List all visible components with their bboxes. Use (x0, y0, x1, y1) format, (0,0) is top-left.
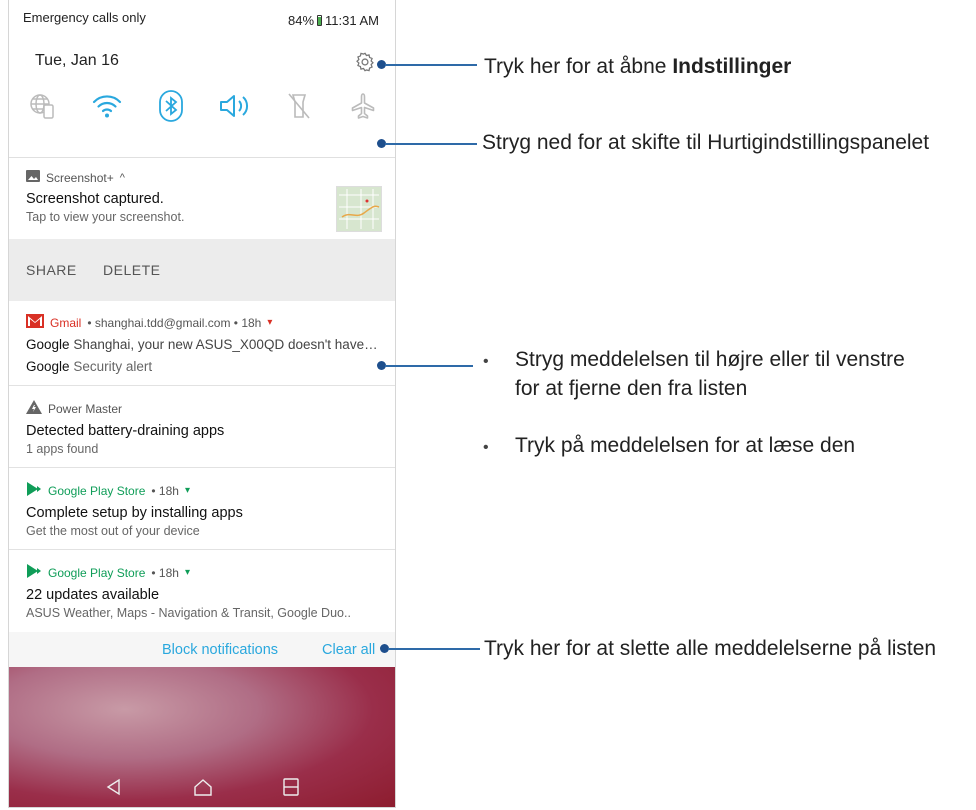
callout-swipe-dismiss-2: for at fjerne den fra listen (515, 377, 748, 400)
app-name: Gmail (50, 315, 82, 330)
image-icon (26, 170, 40, 185)
divider (9, 157, 395, 158)
chevron-up-icon[interactable]: ^ (120, 172, 125, 184)
notification-header: Gmail • shanghai.tdd@gmail.com • 18h ▾ (26, 314, 395, 331)
notification-meta: • 18h (151, 483, 179, 498)
home-icon[interactable] (193, 778, 213, 801)
notification-meta: • 18h (151, 565, 179, 580)
notification-actions: SHARE DELETE (9, 239, 395, 301)
callout-line (385, 64, 477, 66)
callout-clear-all: Tryk her for at slette alle meddelelsern… (484, 637, 937, 660)
notification-title: Complete setup by installing apps (26, 505, 243, 521)
block-notifications-button[interactable]: Block notifications (162, 642, 278, 658)
app-name: Power Master (48, 401, 123, 416)
notification-footer: Block notifications Clear all (9, 632, 395, 667)
sender: Google (26, 359, 70, 374)
divider (9, 385, 395, 386)
share-button[interactable]: SHARE (26, 262, 77, 278)
screenshot-thumbnail[interactable] (336, 186, 382, 232)
notification-line: Google Security alert (26, 359, 395, 374)
divider (9, 549, 395, 550)
bullet: • (483, 439, 489, 456)
callout-swipe-down: Stryg ned for at skifte til Hurtigindsti… (482, 131, 930, 154)
delete-button[interactable]: DELETE (103, 262, 160, 278)
notification-text: Get the most out of your device (26, 524, 200, 538)
callout-swipe-dismiss-1: Stryg meddelelsen til højre eller til ve… (515, 348, 905, 371)
callout-settings-bold: Indstillinger (672, 55, 792, 78)
globe-phone-icon[interactable] (25, 88, 61, 124)
gmail-icon (26, 314, 44, 331)
sender: Google (26, 337, 70, 352)
play-store-icon (26, 564, 42, 581)
notification-header: Power Master (26, 400, 395, 417)
callout-settings: Tryk her for at åbne Indstillinger (484, 55, 791, 79)
chevron-down-icon[interactable]: ▾ (185, 567, 190, 578)
notification-header: Google Play Store • 18h ▾ (26, 482, 395, 499)
chevron-down-icon[interactable]: ▾ (267, 317, 272, 328)
notification-power-master[interactable]: Power Master Detected battery-draining a… (9, 400, 395, 456)
divider (9, 467, 395, 468)
notification-line: Google Shanghai, your new ASUS_X00QD doe… (26, 337, 395, 352)
clear-all-button[interactable]: Clear all (322, 642, 375, 658)
app-name: Screenshot+ (46, 170, 114, 185)
callout-tap-read: Tryk på meddelelsen for at læse den (515, 434, 856, 457)
volume-icon[interactable] (217, 88, 253, 124)
notification-header: Screenshot+ ^ (26, 170, 395, 185)
bullet: • (483, 353, 489, 370)
callout-line (385, 143, 477, 145)
clock: 11:31 AM (325, 13, 379, 28)
notification-play-store-updates[interactable]: Google Play Store • 18h ▾ 22 updates ava… (9, 564, 395, 620)
notification-meta: • shanghai.tdd@gmail.com • 18h (87, 315, 262, 330)
notification-play-store-setup[interactable]: Google Play Store • 18h ▾ Complete setup… (9, 482, 395, 538)
carrier-status: Emergency calls only (23, 10, 146, 25)
notification-title: 22 updates available (26, 587, 160, 603)
notification-text: 1 apps found (26, 442, 99, 456)
battery-percent: 84% (288, 13, 315, 28)
gear-icon[interactable] (354, 51, 376, 73)
notification-text: ASUS Weather, Maps - Navigation & Transi… (26, 606, 351, 620)
notification-header: Google Play Store • 18h ▾ (26, 564, 395, 581)
navigation-bar (9, 771, 395, 807)
airplane-mode-icon[interactable] (345, 88, 381, 124)
callout-settings-text: Tryk her for at åbne (484, 55, 673, 78)
status-bar: Emergency calls only 84% 11:31 AM (9, 0, 395, 34)
quick-settings-panel[interactable]: Tue, Jan 16 (9, 34, 395, 158)
phone-screen: Emergency calls only 84% 11:31 AM Tue, J… (8, 0, 396, 808)
chevron-down-icon[interactable]: ▾ (185, 485, 190, 496)
app-name: Google Play Store (48, 483, 146, 498)
snippet: Security alert (73, 359, 153, 374)
back-icon[interactable] (105, 778, 123, 801)
status-right: 84% 11:31 AM (288, 13, 379, 28)
flashlight-off-icon[interactable] (281, 88, 317, 124)
callout-line (388, 648, 480, 650)
wifi-icon[interactable] (89, 88, 125, 124)
bluetooth-icon[interactable] (153, 88, 189, 124)
recent-apps-icon[interactable] (283, 778, 299, 801)
power-master-icon (26, 400, 42, 417)
notification-title: Detected battery-draining apps (26, 423, 225, 439)
callout-line (385, 365, 473, 367)
play-store-icon (26, 482, 42, 499)
notification-gmail[interactable]: Gmail • shanghai.tdd@gmail.com • 18h ▾ G… (9, 314, 395, 374)
quick-toggles (25, 88, 381, 124)
battery-icon (317, 15, 323, 26)
snippet: Shanghai, your new ASUS_X00QD doesn't ha… (73, 337, 378, 352)
date-label: Tue, Jan 16 (35, 52, 119, 69)
app-name: Google Play Store (48, 565, 146, 580)
